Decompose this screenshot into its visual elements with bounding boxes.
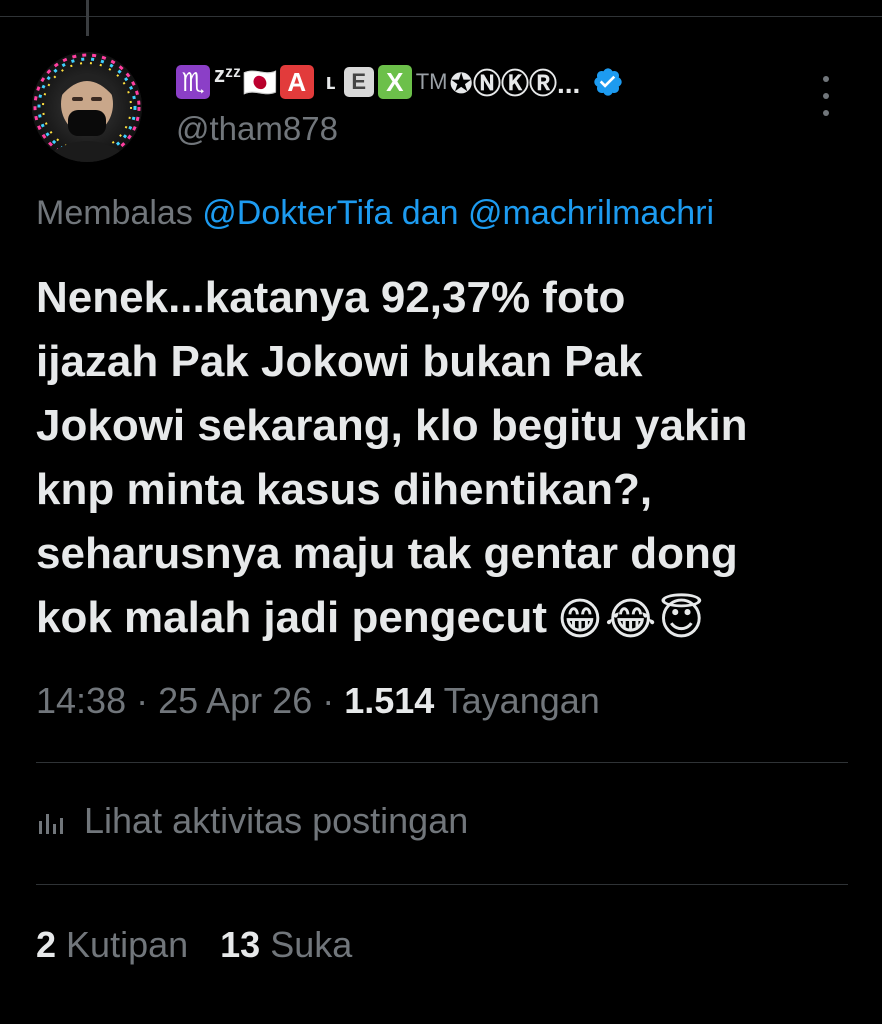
reply-context: Membalas @DokterTifa dan @machrilmachri [36, 194, 714, 233]
letter-x-glyph: X [377, 65, 412, 99]
author-handle[interactable]: @tham878 [176, 110, 624, 148]
tweet-meta: 14:38 · 25 Apr 26 · 1.514 Tayangan [36, 680, 600, 722]
tweet-line: knp minta kasus dihentikan?, [36, 465, 653, 514]
thread-connector-line [86, 0, 89, 36]
tweet-line: Jokowi sekarang, klo begitu yakin [36, 401, 748, 450]
quotes-stat[interactable]: 2 Kutipan [36, 924, 188, 965]
tweet-body: Nenek...katanya 92,37% foto ijazah Pak J… [36, 266, 856, 652]
letter-e-glyph: E [343, 67, 374, 97]
zzz-glyph: zᶻᶻ [214, 62, 241, 87]
meta-separator: · [126, 680, 159, 721]
meta-separator: · [312, 680, 345, 721]
reply-prefix: Membalas [36, 194, 203, 232]
quotes-label: Kutipan [56, 924, 189, 965]
view-post-activity-button[interactable]: Lihat aktivitas postingan [36, 800, 468, 842]
avatar[interactable] [32, 52, 142, 162]
views-label: Tayangan [434, 680, 600, 721]
analytics-icon [39, 814, 63, 834]
divider [36, 762, 848, 763]
letter-a-glyph: A [279, 65, 314, 99]
letter-l-glyph: ʟ [325, 69, 336, 94]
likes-stat[interactable]: 13 Suka [220, 924, 352, 965]
tweet-line: Nenek...katanya 92,37% foto [36, 273, 626, 322]
scorpio-glyph: ♏ [176, 65, 210, 99]
japan-flag-glyph: 🇯🇵 [242, 66, 278, 98]
views-count: 1.514 [344, 680, 435, 721]
nkr-glyphs: ✪ⓃⓀⓇ... [449, 68, 581, 99]
halo-emoji-icon: 😇 [658, 595, 705, 645]
tweet-line: seharusnya maju tak gentar dong [36, 529, 738, 578]
more-options-icon[interactable] [818, 76, 834, 116]
emoji-row: 😁 😂 😇 [557, 588, 704, 652]
mention-doktertifa[interactable]: @DokterTifa [202, 194, 392, 232]
engagement-stats: 2 Kutipan 13 Suka [36, 924, 384, 966]
quotes-count: 2 [36, 924, 57, 965]
verified-badge-icon [592, 66, 624, 98]
mention-machrilmachri[interactable]: @machrilmachri [468, 194, 714, 232]
tweet-line-last: kok malah jadi pengecut 😁 😂 😇 [36, 586, 856, 652]
tweet-time[interactable]: 14:38 [36, 680, 126, 721]
author-header: ♏ zᶻᶻ 🇯🇵 A ʟ E X TM ✪ⓃⓀⓇ... @tham878 [176, 60, 624, 148]
grinning-emoji-icon: 😁 [557, 595, 603, 645]
tweet-date[interactable]: 25 Apr 26 [158, 680, 312, 721]
display-name[interactable]: ♏ zᶻᶻ 🇯🇵 A ʟ E X TM ✪ⓃⓀⓇ... [176, 60, 624, 104]
reply-joiner: dan [392, 194, 468, 232]
likes-count: 13 [220, 924, 261, 965]
tm-glyph: TM [415, 69, 448, 94]
likes-label: Suka [260, 924, 353, 965]
tears-of-joy-emoji-icon: 😂 [604, 595, 657, 645]
tweet-line: ijazah Pak Jokowi bukan Pak [36, 337, 643, 386]
divider [36, 884, 848, 885]
activity-label: Lihat aktivitas postingan [84, 800, 469, 841]
top-divider [0, 16, 882, 17]
tweet-line-text: kok malah jadi pengecut [36, 593, 548, 642]
